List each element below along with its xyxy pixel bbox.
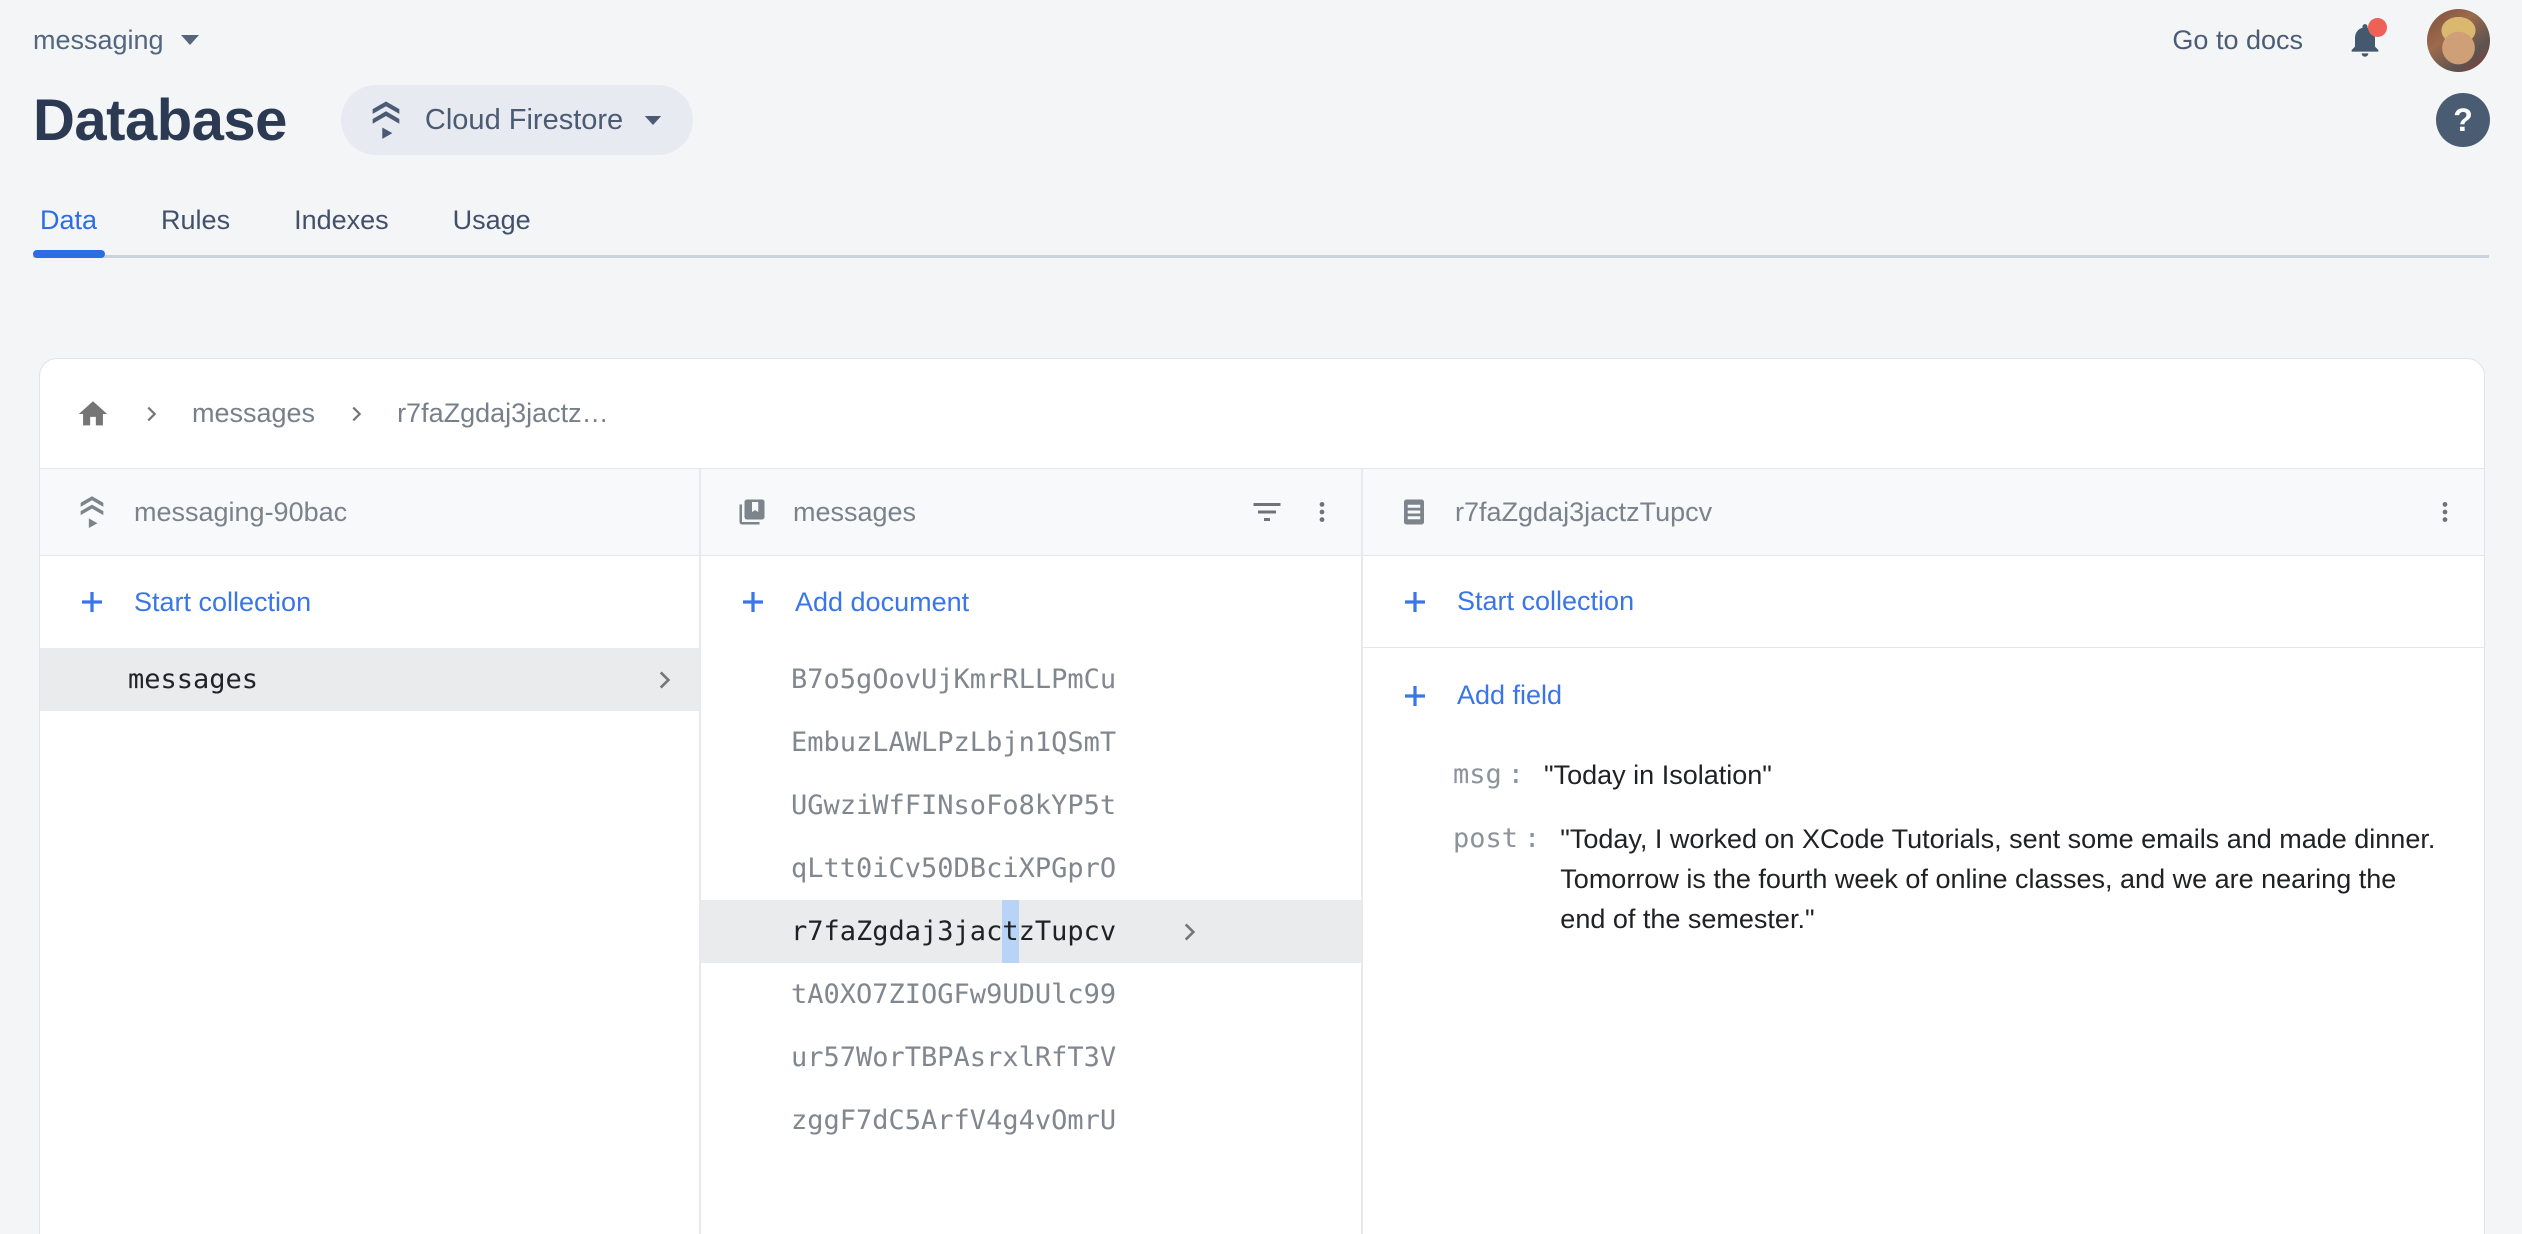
tab-usage[interactable]: Usage <box>453 205 531 236</box>
caret-down-icon <box>179 33 201 47</box>
chevron-right-icon <box>140 403 162 425</box>
field-list: msg : "Today in Isolation" post : "Today… <box>1363 743 2484 963</box>
field-row-msg[interactable]: msg : "Today in Isolation" <box>1453 755 2444 795</box>
project-name: messaging <box>33 25 164 56</box>
question-mark-icon: ? <box>2453 102 2473 139</box>
breadcrumb-document[interactable]: r7faZgdaj3jactz… <box>397 398 609 429</box>
field-row-post[interactable]: post : "Today, I worked on XCode Tutoria… <box>1453 819 2444 939</box>
plus-icon <box>1400 587 1430 617</box>
topbar: messaging Go to docs <box>0 0 2522 76</box>
field-key: post <box>1453 819 1518 859</box>
go-to-docs-link[interactable]: Go to docs <box>2172 25 2303 56</box>
tab-data[interactable]: Data <box>40 205 97 236</box>
collection-panel: messages Add document B7o5gOovUjKmrRLLPm… <box>701 469 1363 1234</box>
active-tab-indicator <box>33 250 105 258</box>
document-row[interactable]: zggF7dC5ArfV4g4vOmrU <box>701 1089 1361 1152</box>
tab-rules[interactable]: Rules <box>161 205 230 236</box>
page-title: Database <box>33 87 287 154</box>
notifications-button[interactable] <box>2345 20 2385 60</box>
collection-panel-header: messages <box>701 469 1361 556</box>
start-collection-button[interactable]: Start collection <box>1363 556 2484 648</box>
document-icon <box>1399 497 1429 527</box>
tab-indexes[interactable]: Indexes <box>294 205 389 236</box>
product-selector[interactable]: Cloud Firestore <box>341 85 693 155</box>
field-value: "Today, I worked on XCode Tutorials, sen… <box>1560 819 2435 939</box>
kebab-menu-icon[interactable] <box>2432 495 2458 529</box>
document-row[interactable]: tA0XO7ZIOGFw9UDUlc99 <box>701 963 1361 1026</box>
document-panel-header: r7faZgdaj3jactzTupcv <box>1363 469 2484 556</box>
caret-down-icon <box>643 114 663 127</box>
breadcrumb-collection[interactable]: messages <box>192 398 315 429</box>
collection-name: messages <box>793 497 916 528</box>
document-row[interactable]: EmbuzLAWLPzLbjn1QSmT <box>701 711 1361 774</box>
document-row[interactable]: UGwziWfFINsoFo8kYP5t <box>701 774 1361 837</box>
firestore-logo-icon <box>76 495 108 529</box>
database-name: messaging-90bac <box>134 497 347 528</box>
firestore-logo-icon <box>367 100 405 140</box>
add-document-button[interactable]: Add document <box>701 556 1361 648</box>
plus-icon <box>77 587 107 617</box>
text-selection-highlight: t <box>1002 900 1018 963</box>
filter-icon[interactable] <box>1249 494 1285 530</box>
database-panel: messaging-90bac Start collection message… <box>40 469 701 1234</box>
kebab-menu-icon[interactable] <box>1309 495 1335 529</box>
user-avatar[interactable] <box>2427 9 2490 72</box>
plus-icon <box>738 587 768 617</box>
field-value: "Today in Isolation" <box>1544 755 1772 795</box>
document-row[interactable]: ur57WorTBPAsrxlRfT3V <box>701 1026 1361 1089</box>
panels-container: messaging-90bac Start collection message… <box>40 469 2484 1234</box>
help-button[interactable]: ? <box>2436 93 2490 147</box>
tab-bar: Data Rules Indexes Usage <box>40 205 531 236</box>
firestore-data-card: messages r7faZgdaj3jactz… messaging <box>39 358 2485 1234</box>
collections-bookmark-icon <box>737 497 767 527</box>
notification-badge <box>2368 18 2387 37</box>
tab-divider-line <box>33 255 2489 258</box>
document-panel: r7faZgdaj3jactzTupcv Start collection Ad… <box>1363 469 2484 1234</box>
page-header: Database Cloud Firestore ? <box>33 72 2490 168</box>
start-collection-button[interactable]: Start collection <box>40 556 699 648</box>
collection-row-messages[interactable]: messages <box>40 648 699 711</box>
chevron-right-icon <box>345 403 367 425</box>
topbar-actions: Go to docs <box>2172 9 2490 72</box>
document-row[interactable]: B7o5gOovUjKmrRLLPmCu <box>701 648 1361 711</box>
project-selector[interactable]: messaging <box>33 25 201 56</box>
add-field-button[interactable]: Add field <box>1363 648 2484 743</box>
database-panel-header: messaging-90bac <box>40 469 699 556</box>
document-id: r7faZgdaj3jactzTupcv <box>1455 497 1712 528</box>
breadcrumb: messages r7faZgdaj3jactz… <box>40 359 2484 469</box>
field-key: msg <box>1453 755 1502 795</box>
document-row-selected[interactable]: r7faZgdaj3jac t zTupcv <box>701 900 1361 963</box>
product-name: Cloud Firestore <box>425 104 623 137</box>
chevron-right-icon <box>651 667 677 693</box>
home-icon[interactable] <box>76 397 110 431</box>
plus-icon <box>1400 681 1430 711</box>
